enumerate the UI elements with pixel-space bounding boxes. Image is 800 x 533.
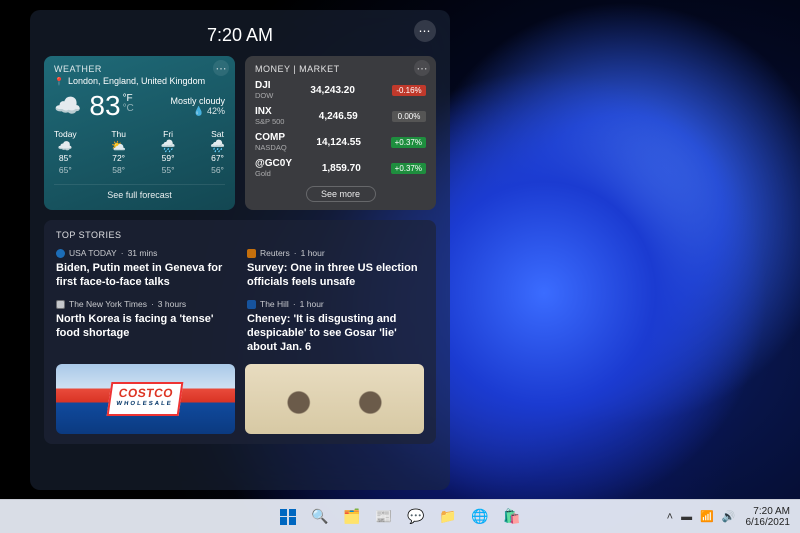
wifi-icon[interactable]: 📶 [700, 510, 714, 523]
widgets-more-button[interactable]: ⋯ [414, 20, 436, 42]
forecast-day[interactable]: Thu ⛅ 72° 58° [111, 128, 126, 176]
news-image-tile[interactable]: COSTCO WHOLESALE [56, 364, 235, 434]
task-view-icon: 🗂️ [343, 508, 360, 525]
news-image-tile[interactable] [245, 364, 424, 434]
weather-card-more[interactable]: ⋯ [213, 60, 229, 76]
file-explorer-button[interactable]: 📁 [435, 504, 461, 530]
widgets-button[interactable]: 📰 [371, 504, 397, 530]
ticker-row[interactable]: @GC0YGold 1,859.70 +0.37% [255, 158, 426, 178]
start-button[interactable] [275, 504, 301, 530]
forecast-day[interactable]: Today ☁️ 85° 65° [54, 128, 77, 176]
system-tray[interactable]: ˄ ▬ 📶 🔊 7:20 AM 6/16/2021 [667, 506, 790, 528]
ticker-row[interactable]: DJIDOW 34,243.20 -0.16% [255, 80, 426, 100]
tray-clock[interactable]: 7:20 AM 6/16/2021 [746, 506, 791, 528]
story-item[interactable]: Reuters · 1 hour Survey: One in three US… [247, 248, 424, 289]
taskbar-center: 🔍 🗂️ 📰 💬 📁 🌐 🛍️ [275, 504, 525, 530]
ticker-row[interactable]: COMPNASDAQ 14,124.55 +0.37% [255, 132, 426, 152]
search-button[interactable]: 🔍 [307, 504, 333, 530]
forecast-day[interactable]: Fri 🌧️ 59° 55° [161, 128, 176, 176]
widgets-header: 7:20 AM ⋯ [44, 20, 436, 50]
widgets-panel: 7:20 AM ⋯ WEATHER ⋯ 📍 London, England, U… [30, 10, 450, 490]
forecast-day[interactable]: Sat 🌧️ 67° 56° [210, 128, 225, 176]
story-item[interactable]: The Hill · 1 hour Cheney: 'It is disgust… [247, 299, 424, 354]
taskbar: 🔍 🗂️ 📰 💬 📁 🌐 🛍️ ˄ ▬ 📶 🔊 7:20 AM 6/16/202… [0, 499, 800, 533]
weather-location-text: London, England, United Kingdom [68, 76, 205, 86]
volume-icon[interactable]: 🔊 [722, 510, 736, 523]
weather-temperature: 83 °F °C [89, 90, 133, 122]
weather-condition-icon: ☁️ [54, 93, 81, 119]
edge-button[interactable]: 🌐 [467, 504, 493, 530]
weather-condition: Mostly cloudy 💧 42% [170, 96, 225, 117]
location-pin-icon: 📍 [54, 77, 64, 86]
search-icon: 🔍 [311, 508, 328, 525]
store-button[interactable]: 🛍️ [499, 504, 525, 530]
story-item[interactable]: The New York Times · 3 hours North Korea… [56, 299, 233, 354]
chat-button[interactable]: 💬 [403, 504, 429, 530]
windows-logo-icon [280, 509, 296, 525]
battery-icon[interactable]: ▬ [681, 511, 692, 523]
top-stories-title: TOP STORIES [56, 230, 424, 240]
store-icon: 🛍️ [503, 508, 520, 525]
edge-icon: 🌐 [471, 508, 488, 525]
money-title: MONEY | MARKET [255, 64, 426, 74]
ticker-row[interactable]: INXS&P 500 4,246.59 0.00% [255, 106, 426, 126]
weather-title: WEATHER [54, 64, 225, 74]
folder-icon: 📁 [439, 508, 456, 525]
costco-sign: COSTCO WHOLESALE [107, 382, 184, 416]
chat-icon: 💬 [407, 508, 424, 525]
money-card-more[interactable]: ⋯ [414, 60, 430, 76]
story-item[interactable]: USA TODAY · 31 mins Biden, Putin meet in… [56, 248, 233, 289]
weather-forecast-row: Today ☁️ 85° 65° Thu ⛅ 72° 58° Fri 🌧️ 59… [54, 128, 225, 176]
weather-location: 📍 London, England, United Kingdom [54, 76, 225, 86]
widgets-icon: 📰 [375, 508, 392, 525]
tray-chevron-up-icon[interactable]: ˄ [667, 511, 673, 523]
money-see-more-link[interactable]: See more [306, 186, 376, 202]
weather-card[interactable]: WEATHER ⋯ 📍 London, England, United King… [44, 56, 235, 210]
widgets-clock: 7:20 AM [207, 25, 273, 46]
top-stories-card: TOP STORIES USA TODAY · 31 mins Biden, P… [44, 220, 436, 444]
money-market-card[interactable]: MONEY | MARKET ⋯ DJIDOW 34,243.20 -0.16%… [245, 56, 436, 210]
weather-see-forecast-link[interactable]: See full forecast [54, 184, 225, 200]
task-view-button[interactable]: 🗂️ [339, 504, 365, 530]
